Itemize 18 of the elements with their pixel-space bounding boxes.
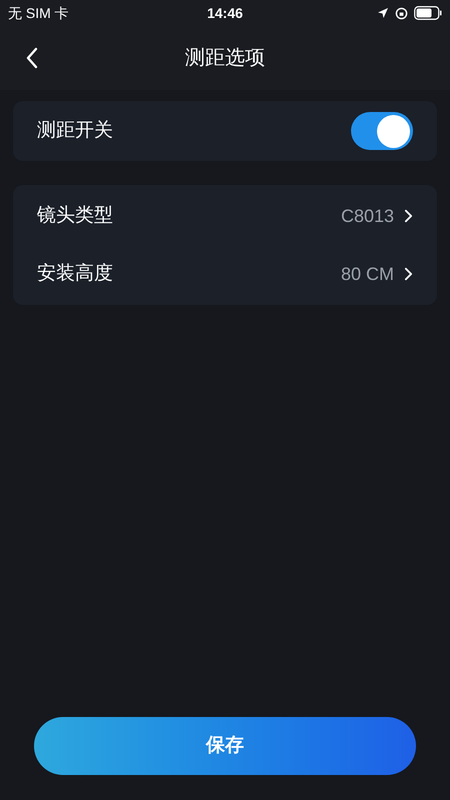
rotation-lock-icon [395,6,408,20]
settings-row[interactable]: 镜头类型 C8013 [13,187,437,245]
setting-value: C8013 [340,204,394,228]
chevron-right-icon [404,209,413,223]
save-button[interactable]: 保存 [34,717,416,775]
settings-row[interactable]: 安装高度 80 CM [13,245,437,303]
carrier-text: 无 SIM 卡 [8,4,70,22]
setting-label: 镜头类型 [37,204,113,228]
battery-icon [414,6,442,20]
distance-toggle[interactable] [351,112,413,150]
chevron-right-icon [404,267,413,281]
location-arrow-icon [377,7,389,19]
back-icon [26,47,38,69]
setting-label: 安装高度 [37,262,113,286]
toggle-label: 测距开关 [37,118,113,143]
setting-value: 80 CM [340,262,394,286]
clock-text: 14:46 [207,4,243,22]
page-title: 测距选项 [185,46,265,71]
